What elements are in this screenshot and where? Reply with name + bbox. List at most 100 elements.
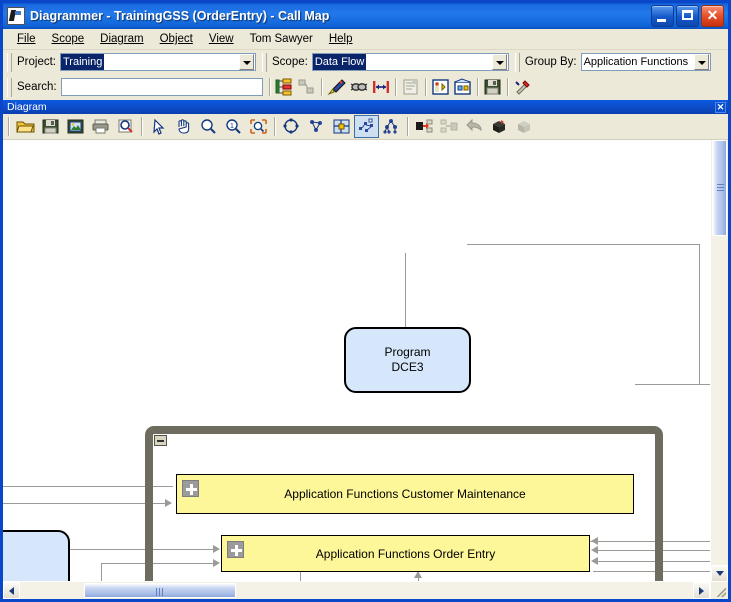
zoom-fit-icon[interactable] (246, 115, 271, 138)
hscroll-thumb[interactable] (84, 583, 236, 598)
filter-bar-row-2: Search: (3, 74, 728, 100)
toolbar-grip-3[interactable] (515, 53, 520, 72)
maximize-button[interactable] (676, 5, 699, 27)
menu-item-file[interactable]: File (9, 31, 44, 47)
menu-item-diagram-label: Diagram (100, 33, 143, 45)
toolbar-grip[interactable] (7, 53, 12, 72)
diagram-toolbar: 1 (3, 114, 728, 140)
scroll-right-button[interactable] (693, 582, 710, 599)
toolbar-separator (269, 78, 271, 96)
diagram-toolbar-separator-2 (274, 117, 276, 136)
node-program-dce3-line2: DCE3 (391, 360, 423, 375)
print-preview-icon[interactable] (113, 115, 138, 138)
menu-item-diagram[interactable]: Diagram (92, 31, 151, 47)
edge-segment (699, 244, 700, 384)
paint-brush-icon[interactable] (326, 77, 348, 98)
diagram-toolbar-separator-1 (141, 117, 143, 136)
diagram-toolbar-grip[interactable] (8, 117, 10, 136)
menu-item-scope[interactable]: Scope (44, 31, 93, 47)
zoom-actual-icon[interactable]: 1 (221, 115, 246, 138)
chevron-down-icon[interactable] (239, 54, 254, 70)
analysis-icon[interactable] (430, 77, 452, 98)
undo-arrow-icon[interactable] (462, 115, 487, 138)
expand-tree-icon[interactable] (274, 77, 296, 98)
groupby-label: Group By: (525, 56, 577, 68)
menu-item-tom-sawyer-label: Tom Sawyer (250, 33, 313, 45)
pointer-select-icon[interactable] (146, 115, 171, 138)
toolbar-separator-4 (425, 78, 427, 96)
node-customer-maintenance-label: Application Functions Customer Maintenan… (284, 487, 525, 501)
print-icon[interactable] (88, 115, 113, 138)
layout-orthogonal-icon[interactable] (329, 115, 354, 138)
edge-segment (635, 384, 710, 385)
impact-icon[interactable] (452, 77, 474, 98)
save-disk-icon[interactable] (482, 77, 504, 98)
report-icon[interactable] (400, 77, 422, 98)
scroll-down-button[interactable] (711, 565, 728, 582)
close-button[interactable]: ✕ (701, 5, 724, 27)
save-disk-icon[interactable] (38, 115, 63, 138)
application-window: Diagrammer - TrainingGSS (OrderEntry) - … (0, 0, 731, 602)
search-input[interactable] (61, 78, 263, 96)
layout-tree-icon[interactable] (379, 115, 404, 138)
layout-symmetric-icon[interactable] (304, 115, 329, 138)
collapse-node-icon[interactable] (437, 115, 462, 138)
search-label: Search: (17, 81, 57, 93)
scroll-left-button[interactable] (3, 582, 20, 599)
open-folder-icon[interactable] (13, 115, 38, 138)
diagram-toolbar-separator-3 (407, 117, 409, 136)
app-icon (7, 7, 25, 25)
scope-combobox[interactable]: Data Flow (312, 53, 509, 71)
menu-item-view[interactable]: View (201, 31, 242, 47)
window-title: Diagrammer - TrainingGSS (OrderEntry) - … (30, 9, 651, 23)
package-in-icon[interactable] (487, 115, 512, 138)
layout-circular-icon[interactable] (279, 115, 304, 138)
layout-hierarchical-icon[interactable] (354, 115, 379, 138)
scope-label: Scope: (272, 56, 308, 68)
vscroll-track[interactable] (711, 236, 728, 565)
diagram-caption-bar: Diagram ✕ (3, 100, 728, 114)
tools-icon[interactable] (512, 77, 534, 98)
title-bar: Diagrammer - TrainingGSS (OrderEntry) - … (3, 3, 728, 29)
expand-plus-icon[interactable] (227, 541, 244, 558)
node-order-entry[interactable]: Application Functions Order Entry (221, 535, 590, 572)
hscroll-track-right[interactable] (236, 582, 693, 599)
menu-item-help[interactable]: Help (321, 31, 361, 47)
save-image-icon[interactable] (63, 115, 88, 138)
resize-grip[interactable] (711, 582, 728, 599)
chevron-down-icon[interactable] (492, 54, 507, 70)
groupby-value: Application Functions (582, 54, 694, 70)
vscroll-thumb[interactable] (712, 140, 727, 236)
package-out-icon[interactable] (512, 115, 537, 138)
toolbar-grip-2[interactable] (262, 53, 267, 72)
node-program-dce3[interactable]: Program DCE3 (344, 327, 471, 393)
zoom-region-icon[interactable] (196, 115, 221, 138)
chevron-down-icon[interactable] (694, 54, 709, 70)
minimize-button[interactable] (651, 5, 674, 27)
diagram-close-icon[interactable]: ✕ (715, 102, 726, 113)
diagram-canvas[interactable]: Program DCE3 n NS Application Functions (3, 140, 710, 581)
toolbar-separator-2 (321, 78, 323, 96)
toolbar-separator-6 (507, 78, 509, 96)
edge-segment (3, 503, 165, 504)
project-value: Training (61, 54, 104, 70)
toolbar-grip-4[interactable] (7, 78, 12, 97)
pan-hand-icon[interactable] (171, 115, 196, 138)
node-partial-left[interactable]: n NS (3, 530, 70, 581)
expand-node-icon[interactable] (412, 115, 437, 138)
expand-plus-icon[interactable] (182, 480, 199, 497)
canvas-column: Program DCE3 n NS Application Functions (3, 140, 710, 599)
groupby-combobox[interactable]: Application Functions (581, 53, 711, 71)
link-chain-icon[interactable] (348, 77, 370, 98)
horizontal-scrollbar[interactable] (3, 581, 710, 599)
hscroll-track-left[interactable] (20, 582, 84, 599)
svg-text:1: 1 (230, 123, 234, 130)
node-customer-maintenance[interactable]: Application Functions Customer Maintenan… (176, 474, 634, 514)
project-combobox[interactable]: Training (60, 53, 256, 71)
vertical-scrollbar[interactable] (710, 140, 728, 599)
menu-item-object[interactable]: Object (152, 31, 201, 47)
group-collapse-icon[interactable] (154, 435, 167, 446)
measure-icon[interactable] (370, 77, 392, 98)
menu-item-tom-sawyer[interactable]: Tom Sawyer (242, 31, 321, 47)
collapse-tree-icon[interactable] (296, 77, 318, 98)
